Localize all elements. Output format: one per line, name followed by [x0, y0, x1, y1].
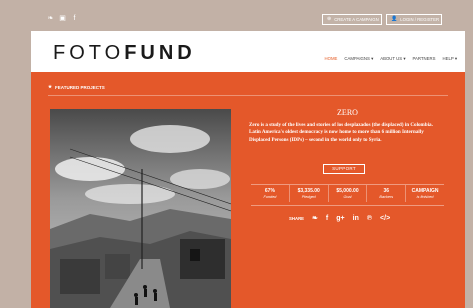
twitter-icon[interactable]: ❧ — [312, 215, 318, 222]
stat-label: Backers — [379, 195, 394, 199]
top-bar: ❧ ▣ f ⊕ CREATE A CAMPAIGN 👤 LOGIN / REGI… — [0, 0, 473, 32]
stat-value: CAMPAIGN — [411, 188, 439, 194]
twitter-icon[interactable]: ❧ — [47, 15, 54, 22]
project-photo[interactable] — [50, 109, 231, 308]
login-register-button[interactable]: 👤 LOGIN / REGISTER — [386, 14, 442, 25]
divider — [48, 95, 448, 96]
user-icon: 👤 — [391, 16, 398, 22]
stat-value: $5,000.00 — [336, 188, 359, 194]
project-description: Zero is a study of the lives and stories… — [249, 122, 433, 143]
project-title: ZERO — [337, 108, 358, 117]
plus-circle-icon: ⊕ — [327, 16, 332, 22]
stat-funded: 67% Funded — [251, 185, 290, 202]
google-plus-icon[interactable]: g+ — [336, 215, 344, 222]
star-icon: ★ — [48, 84, 53, 89]
stat-label: Funded — [263, 195, 277, 199]
share-label: SHARE — [289, 216, 305, 221]
featured-section: ★ FEATURED PROJECTS ZERO Zero is a study… — [31, 72, 465, 308]
social-links: ❧ ▣ f — [47, 15, 78, 22]
facebook-icon[interactable]: f — [71, 15, 78, 22]
logo[interactable]: FOTOFUND — [53, 42, 196, 65]
login-register-label: LOGIN / REGISTER — [400, 17, 440, 22]
facebook-icon[interactable]: f — [326, 215, 328, 222]
support-button[interactable]: SUPPORT — [323, 164, 365, 174]
featured-heading: ★ FEATURED PROJECTS — [48, 84, 105, 90]
stat-label: is finished — [416, 195, 434, 199]
stat-goal: $5,000.00 Goal — [329, 185, 368, 202]
stat-label: Pledged — [301, 195, 316, 199]
stat-status: CAMPAIGN is finished — [406, 185, 444, 202]
nav-help[interactable]: HELP ▾ — [443, 56, 458, 62]
nav-campaigns[interactable]: CAMPAIGNS ▾ — [344, 56, 373, 62]
nav-about-us[interactable]: ABOUT US ▾ — [380, 56, 405, 62]
linkedin-icon[interactable]: in — [353, 215, 359, 222]
stat-pledged: $3,335.00 Pledged — [290, 185, 329, 202]
stat-value: 36 — [383, 188, 390, 194]
create-campaign-label: CREATE A CAMPAIGN — [334, 17, 379, 22]
pinterest-icon[interactable]: ℗ — [367, 215, 372, 222]
embed-icon[interactable]: </> — [380, 215, 390, 222]
logo-bold: FUND — [124, 42, 196, 64]
instagram-icon[interactable]: ▣ — [59, 15, 66, 22]
site-header: FOTOFUND HOME CAMPAIGNS ▾ ABOUT US ▾ PAR… — [31, 31, 465, 72]
stat-backers: 36 Backers — [367, 185, 407, 202]
stats-bottom-divider — [251, 205, 444, 206]
main-nav: HOME CAMPAIGNS ▾ ABOUT US ▾ PARTNERS HEL… — [325, 56, 458, 62]
stat-value: 67% — [264, 188, 275, 194]
nav-home[interactable]: HOME — [325, 56, 338, 62]
create-campaign-button[interactable]: ⊕ CREATE A CAMPAIGN — [322, 14, 382, 25]
featured-label: FEATURED PROJECTS — [55, 84, 105, 90]
logo-light: FOTO — [53, 42, 125, 64]
project-stats: 67% Funded $3,335.00 Pledged $5,000.00 G… — [251, 185, 444, 202]
stat-value: $3,335.00 — [297, 188, 320, 194]
share-bar: SHARE ❧ f g+ in ℗ </> — [289, 215, 390, 222]
nav-partners[interactable]: PARTNERS — [412, 56, 435, 62]
stat-label: Goal — [343, 195, 352, 199]
